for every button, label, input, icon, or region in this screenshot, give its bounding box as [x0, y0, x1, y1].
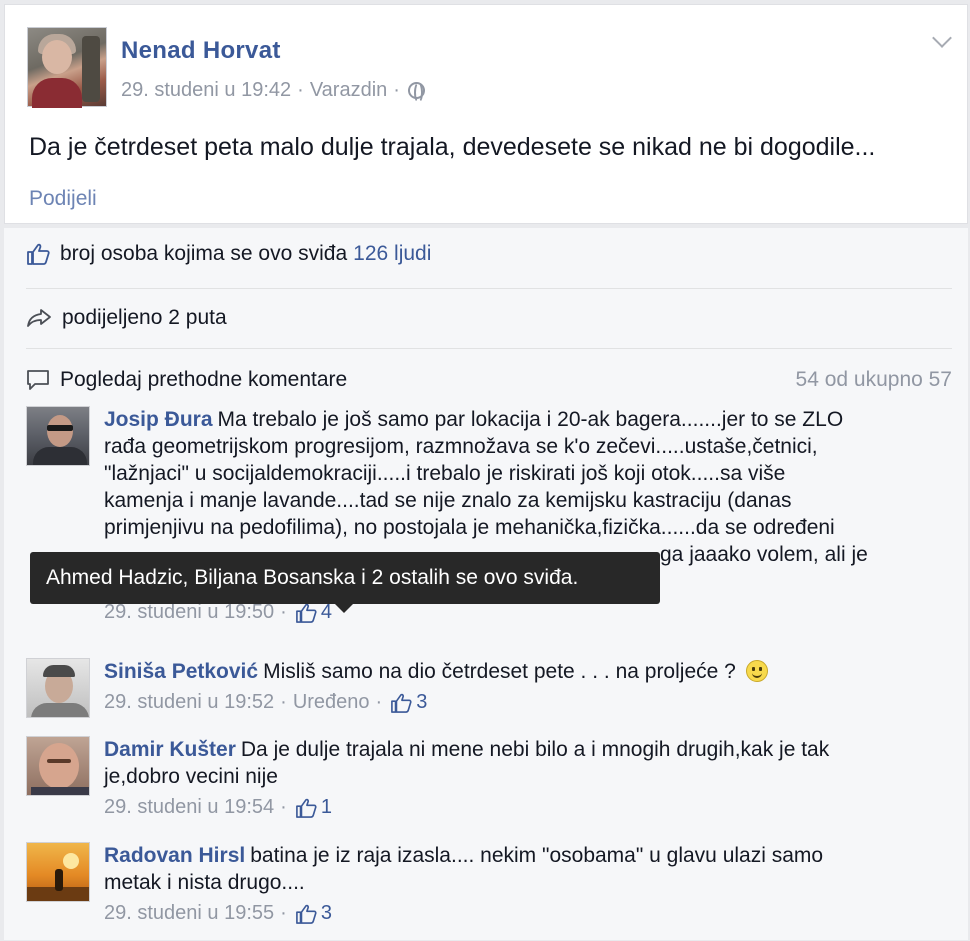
comment-like-count[interactable]: 3: [390, 689, 427, 716]
comment-text: "lažnjaci" u socijaldemokraciji.....i tr…: [104, 462, 786, 485]
share-link[interactable]: Podijeli: [29, 187, 97, 211]
comment-item: Damir Kušter Da je dulje trajala ni mene …: [26, 736, 952, 821]
comment-text: Ma trebalo je još samo par lokacija i 20…: [217, 408, 844, 431]
post-text: Da je četrdeset peta malo dulje trajala,…: [29, 133, 876, 161]
comment-timestamp[interactable]: 29. studeni u 19:52: [104, 689, 274, 716]
shares-summary[interactable]: podijeljeno 2 puta: [26, 306, 227, 330]
speech-bubble-icon: [26, 369, 50, 391]
comment-meta: 29. studeni u 19:54 · 1: [104, 794, 952, 821]
post-card: Nenad Horvat 29. studeni u 19:42 · Varaz…: [4, 4, 968, 224]
post-location[interactable]: Varazdin: [310, 79, 387, 102]
comment-timestamp[interactable]: 29. studeni u 19:55: [104, 900, 274, 927]
likes-count-link[interactable]: 126 ljudi: [353, 242, 431, 266]
comment-text: rađa geometrijskom progresijom, razmnoža…: [104, 435, 818, 458]
globe-icon[interactable]: [407, 82, 425, 103]
tooltip-text: Ahmed Hadzic, Biljana Bosanska i 2 ostal…: [46, 566, 579, 589]
comment-count: 54 od ukupno 57: [795, 368, 952, 391]
comment-timestamp[interactable]: 29. studeni u 19:54: [104, 794, 274, 821]
comment-text: primjenjivu na pedofilima), no postojala…: [104, 516, 835, 539]
commenter-avatar[interactable]: [26, 842, 90, 902]
commenter-name[interactable]: Josip Đura: [104, 408, 213, 431]
commenter-name[interactable]: Damir Kušter: [104, 738, 236, 761]
shares-label: podijeljeno 2 puta: [62, 306, 227, 329]
like-count-value: 3: [320, 902, 332, 924]
comment-text: metak i nista drugo....: [104, 871, 305, 894]
likes-label: broj osoba kojima se ovo sviđa: [60, 242, 348, 265]
comment-text: Da je dulje trajala ni mene nebi bilo a …: [240, 738, 830, 761]
likes-tooltip: Ahmed Hadzic, Biljana Bosanska i 2 ostal…: [30, 552, 660, 604]
comment-body: Siniša Petković Misliš samo na dio četrde…: [104, 658, 952, 718]
view-previous-comments-link[interactable]: Pogledaj prethodne komentare: [26, 368, 347, 392]
comment-text: batina je iz raja izasla.... nekim "osob…: [250, 844, 824, 867]
likes-summary: broj osoba kojima se ovo sviđa 126 ljudi: [26, 242, 431, 266]
previous-comments-row: Pogledaj prethodne komentare 54 od ukupn…: [26, 368, 952, 392]
comment-body: Damir Kušter Da je dulje trajala ni mene …: [104, 736, 952, 821]
divider: [26, 348, 952, 349]
thumbs-up-icon: [295, 798, 317, 818]
comment-item: Siniša Petković Misliš samo na dio četrde…: [26, 658, 952, 718]
author-avatar[interactable]: [27, 27, 107, 108]
commenter-avatar[interactable]: [26, 736, 90, 796]
commenter-name[interactable]: Siniša Petković: [104, 660, 258, 683]
tooltip-arrow: [335, 604, 353, 613]
comment-text: je,dobro vecini nije: [104, 765, 278, 788]
thumbs-up-icon: [295, 904, 317, 924]
commenter-avatar[interactable]: [26, 406, 90, 466]
view-previous-label: Pogledaj prethodne komentare: [60, 368, 348, 391]
commenter-name[interactable]: Radovan Hirsl: [104, 844, 245, 867]
post-timestamp[interactable]: 29. studeni u 19:42: [121, 79, 291, 102]
like-count-value: 1: [320, 796, 332, 818]
post-meta: 29. studeni u 19:42 · Varazdin ·: [121, 79, 425, 103]
comment-meta: 29. studeni u 19:55 · 3: [104, 900, 952, 927]
comment-meta: 29. studeni u 19:52 · Uređeno · 3: [104, 689, 952, 716]
post-author-name[interactable]: Nenad Horvat: [121, 37, 281, 65]
comment-body: Radovan Hirsl batina je iz raja izasla...…: [104, 842, 952, 927]
divider: [26, 288, 952, 289]
comment-like-count[interactable]: 1: [295, 794, 332, 821]
edited-label[interactable]: Uređeno: [293, 689, 370, 716]
like-count-value: 3: [416, 691, 428, 713]
comment-item: Radovan Hirsl batina je iz raja izasla...…: [26, 842, 952, 927]
share-arrow-icon: [26, 308, 52, 328]
thumbs-up-icon: [26, 243, 50, 265]
thumbs-up-icon: [391, 693, 412, 713]
smiley-icon: [745, 660, 768, 682]
comment-text: Misliš samo na dio četrdeset pete . . . …: [263, 660, 736, 683]
chevron-down-icon[interactable]: [932, 28, 952, 48]
comment-text: kamenja i manje lavande....tad se nije z…: [104, 489, 792, 512]
commenter-avatar[interactable]: [26, 658, 90, 718]
thumbs-up-icon: [295, 603, 317, 623]
comment-like-count[interactable]: 3: [295, 900, 332, 927]
